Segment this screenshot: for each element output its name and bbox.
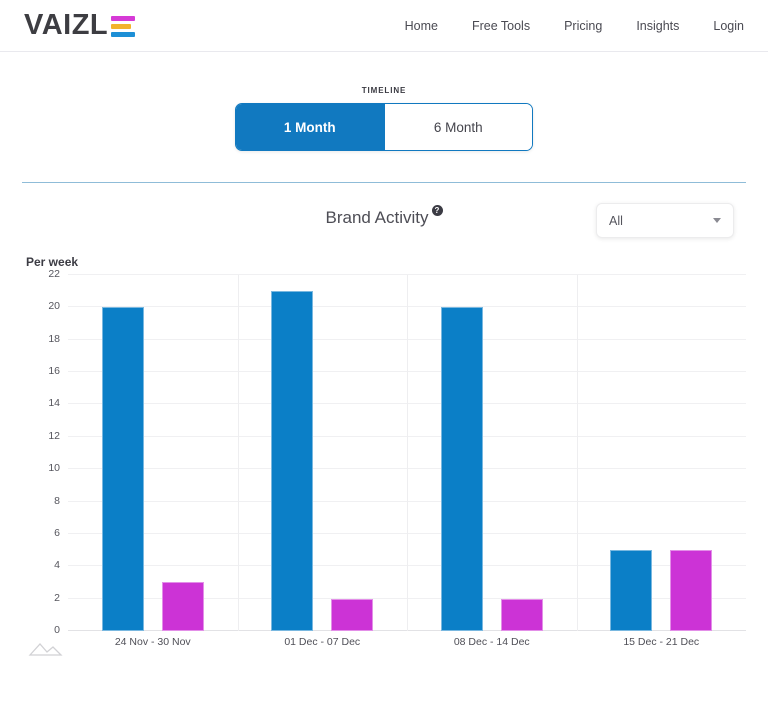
x-axis-tick: 08 Dec - 14 Dec	[453, 636, 530, 648]
y-axis-tick: 8	[54, 494, 60, 507]
nav-item-insights[interactable]: Insights	[636, 19, 679, 33]
nav-item-home[interactable]: Home	[405, 19, 438, 33]
brand-filter-dropdown[interactable]: All	[596, 203, 734, 238]
timeline-option-6-month[interactable]: 6 Month	[383, 104, 532, 150]
stacked-bars-e-icon	[111, 15, 136, 37]
mountain-chart-icon	[28, 643, 63, 656]
x-axis-tick: 24 Nov - 30 Nov	[114, 636, 191, 648]
logo-text: VAIZL	[24, 9, 109, 41]
page-body: TIMELINE 1 Month 6 Month Brand Activity …	[0, 52, 768, 656]
timeline-label: TIMELINE	[361, 86, 407, 95]
chart-bar[interactable]	[271, 291, 314, 631]
y-axis-tick: 12	[48, 429, 60, 442]
chart-bar[interactable]	[161, 582, 204, 631]
brand-filter-value: All	[609, 213, 623, 228]
timeline-toggle: 1 Month 6 Month	[235, 103, 533, 151]
nav-item-login[interactable]: Login	[713, 19, 744, 33]
chart-bar[interactable]	[440, 307, 483, 631]
y-axis-tick: 14	[48, 397, 60, 410]
y-axis-tick: 0	[54, 624, 60, 636]
chart-bar[interactable]	[670, 550, 713, 631]
section-divider	[22, 182, 746, 183]
plot-area: 0 2 4 6 8 10 12 14 16 18 20 22	[48, 268, 746, 636]
x-axis-tick: 01 Dec - 07 Dec	[284, 636, 361, 648]
nav-links: Home Free Tools Pricing Insights Login	[405, 0, 744, 52]
nav-item-pricing[interactable]: Pricing	[564, 19, 602, 33]
help-icon[interactable]: ?	[431, 205, 443, 216]
brand-activity-chart: Per week 0 2 4 6 8 10 12 14 16 18 20 22 24 Nov - 30…	[22, 255, 746, 656]
top-navbar: VAIZL Home Free Tools Pricing Insights L…	[0, 0, 768, 52]
y-axis-tick: 10	[48, 462, 60, 475]
timeline-section: TIMELINE 1 Month 6 Month	[22, 52, 746, 151]
chart-bar[interactable]	[610, 550, 653, 631]
chart-bar[interactable]	[101, 307, 144, 631]
chevron-down-icon	[713, 218, 721, 223]
y-axis-tick: 16	[48, 365, 60, 378]
chart-header: Brand Activity ? All	[22, 195, 746, 253]
y-axis-tick: 4	[54, 559, 60, 572]
group-separator	[576, 275, 578, 631]
chart-bar[interactable]	[331, 598, 374, 631]
chart-title: Brand Activity	[325, 208, 429, 227]
y-axis-tick: 18	[48, 332, 60, 345]
nav-item-free-tools[interactable]: Free Tools	[472, 19, 530, 33]
group-separator	[407, 275, 408, 631]
group-separator	[237, 275, 239, 631]
timeline-option-1-month[interactable]: 1 Month	[236, 104, 384, 150]
x-axis-labels: 24 Nov - 30 Nov 01 Dec - 07 Dec 08 Dec - 1…	[68, 633, 746, 653]
y-axis-tick: 20	[48, 300, 60, 313]
y-axis-title: Per week	[26, 255, 79, 269]
x-axis-tick: 15 Dec - 21 Dec	[623, 636, 700, 648]
chart-bar[interactable]	[500, 598, 543, 631]
y-axis-tick: 6	[54, 526, 60, 539]
brand-logo[interactable]: VAIZL	[24, 9, 136, 41]
y-axis-tick: 2	[54, 591, 60, 604]
y-axis-tick: 22	[48, 268, 60, 280]
